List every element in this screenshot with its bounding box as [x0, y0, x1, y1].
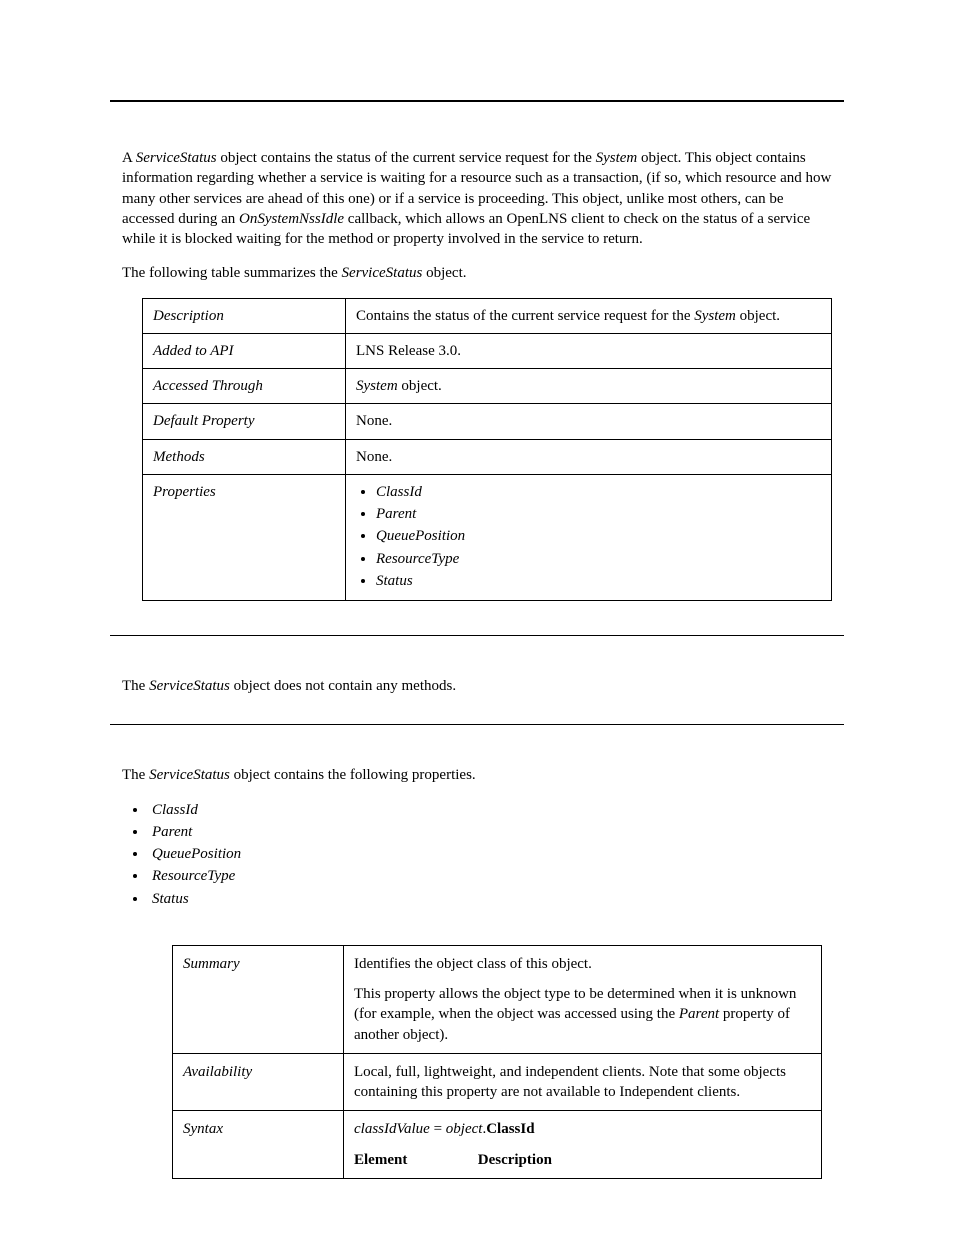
system-name: System	[694, 308, 736, 324]
list-item: ClassId	[148, 800, 844, 820]
properties-paragraph: The ServiceStatus object contains the fo…	[122, 765, 832, 785]
list-item: Status	[376, 571, 821, 591]
top-rule	[110, 100, 844, 102]
row-label: Properties	[143, 474, 346, 600]
table-row: Properties ClassId Parent QueuePosition …	[143, 474, 832, 600]
table-row: Methods None.	[143, 439, 832, 474]
syntax-expression: classIdValue = object.ClassId	[354, 1119, 811, 1139]
row-value: ClassId Parent QueuePosition ResourceTyp…	[346, 474, 832, 600]
properties-list: ClassId Parent QueuePosition ResourceTyp…	[376, 482, 821, 591]
row-value: Local, full, lightweight, and independen…	[344, 1053, 822, 1111]
row-label: Added to API	[143, 333, 346, 368]
row-label: Availability	[173, 1053, 344, 1111]
summary-table: Description Contains the status of the c…	[142, 298, 832, 602]
table-row: Added to API LNS Release 3.0.	[143, 333, 832, 368]
row-label: Default Property	[143, 404, 346, 439]
text: Identifies the object class of this obje…	[354, 954, 811, 974]
system-name: System	[596, 150, 638, 166]
syntax-object: object	[446, 1121, 483, 1137]
syntax-property: ClassId	[486, 1121, 534, 1137]
list-item: Status	[148, 889, 844, 909]
text: The	[122, 767, 149, 783]
list-item: ResourceType	[376, 549, 821, 569]
table-row: Summary Identifies the object class of t…	[173, 945, 822, 1053]
system-name: System	[356, 378, 398, 394]
object-name: ServiceStatus	[149, 767, 230, 783]
text: The	[122, 678, 149, 694]
text: object contains the following properties…	[230, 767, 476, 783]
object-name: ServiceStatus	[342, 265, 423, 281]
callback-name: OnSystemNssIdle	[239, 211, 344, 227]
object-name: ServiceStatus	[149, 678, 230, 694]
row-label: Summary	[173, 945, 344, 1053]
list-item: ResourceType	[148, 866, 844, 886]
row-value: Identifies the object class of this obje…	[344, 945, 822, 1053]
syntax-lhs: classIdValue	[354, 1121, 430, 1137]
row-value: Contains the status of the current servi…	[346, 298, 832, 333]
table-row: Default Property None.	[143, 404, 832, 439]
row-label: Methods	[143, 439, 346, 474]
section-rule	[110, 635, 844, 636]
text: object.	[398, 378, 442, 394]
table-row: Description Contains the status of the c…	[143, 298, 832, 333]
follow-paragraph: The following table summarizes the Servi…	[122, 263, 832, 283]
list-item: Parent	[148, 822, 844, 842]
text: A	[122, 150, 136, 166]
text: object does not contain any methods.	[230, 678, 456, 694]
row-label: Description	[143, 298, 346, 333]
row-value: None.	[346, 439, 832, 474]
row-value: None.	[346, 404, 832, 439]
table-row: Accessed Through System object.	[143, 369, 832, 404]
text: =	[430, 1121, 446, 1137]
table-row: Availability Local, full, lightweight, a…	[173, 1053, 822, 1111]
intro-paragraph: A ServiceStatus object contains the stat…	[122, 148, 832, 249]
row-value: classIdValue = object.ClassId Element De…	[344, 1111, 822, 1179]
text: object.	[736, 308, 780, 324]
row-value: LNS Release 3.0.	[346, 333, 832, 368]
row-label: Accessed Through	[143, 369, 346, 404]
list-item: Parent	[376, 504, 821, 524]
table-row: Syntax classIdValue = object.ClassId Ele…	[173, 1111, 822, 1179]
column-header-element: Element	[354, 1150, 474, 1170]
text: Contains the status of the current servi…	[356, 308, 694, 324]
object-name: ServiceStatus	[136, 150, 217, 166]
list-item: ClassId	[376, 482, 821, 502]
classid-table: Summary Identifies the object class of t…	[172, 945, 822, 1179]
text: The following table summarizes the	[122, 265, 342, 281]
text: object.	[422, 265, 466, 281]
properties-bullet-list: ClassId Parent QueuePosition ResourceTyp…	[148, 800, 844, 909]
methods-paragraph: The ServiceStatus object does not contai…	[122, 676, 832, 696]
column-header-description: Description	[478, 1150, 552, 1170]
list-item: QueuePosition	[148, 844, 844, 864]
row-label: Syntax	[173, 1111, 344, 1179]
section-rule	[110, 724, 844, 725]
syntax-header-row: Element Description	[354, 1150, 811, 1170]
text: object contains the status of the curren…	[217, 150, 596, 166]
list-item: QueuePosition	[376, 526, 821, 546]
property-name: Parent	[679, 1006, 719, 1022]
document-page: A ServiceStatus object contains the stat…	[0, 0, 954, 1235]
text: This property allows the object type to …	[354, 984, 811, 1045]
row-value: System object.	[346, 369, 832, 404]
